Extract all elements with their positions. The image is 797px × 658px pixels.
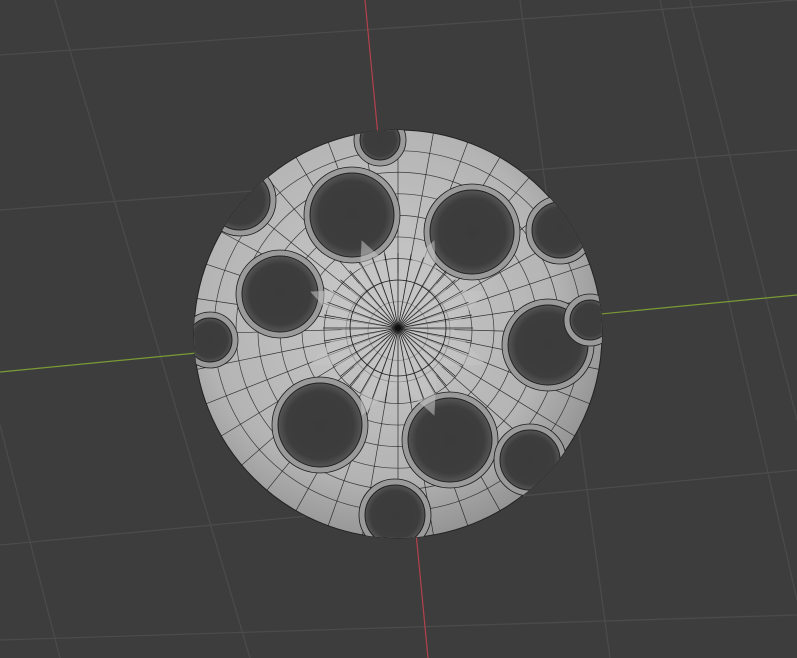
mesh-object[interactable]	[182, 114, 616, 551]
grid-line	[0, 614, 797, 641]
hole	[194, 317, 233, 363]
hole	[359, 130, 401, 161]
grid-line	[689, 0, 797, 421]
grid-line	[0, 0, 797, 56]
center-vertex	[395, 325, 401, 331]
hole	[241, 255, 319, 333]
hole	[407, 397, 493, 483]
3d-viewport[interactable]	[0, 0, 797, 658]
grid-line	[0, 422, 61, 658]
hole	[309, 172, 395, 258]
hole	[209, 169, 271, 231]
hole	[569, 299, 602, 341]
viewport-canvas[interactable]	[0, 0, 797, 658]
grid-line	[659, 0, 797, 601]
hole	[277, 382, 363, 468]
hole	[531, 201, 589, 259]
hole	[499, 429, 561, 491]
hole	[364, 484, 426, 538]
hole	[429, 189, 515, 275]
